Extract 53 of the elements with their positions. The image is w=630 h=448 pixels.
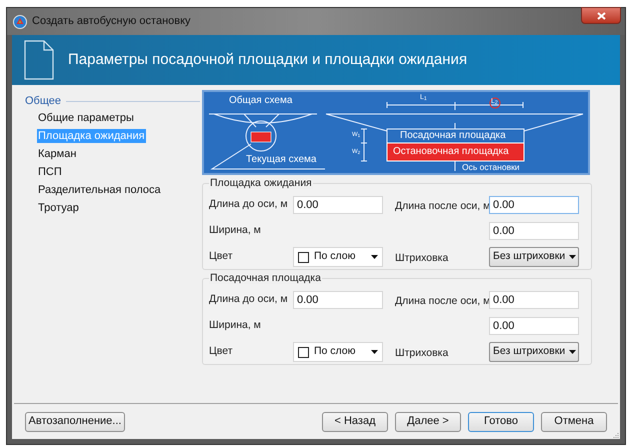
sidebar-item[interactable]: Разделительная полоса [37,183,162,197]
field-label: Ширина, м [209,318,262,334]
close-icon [596,12,606,20]
sidebar-group-title: Общее [25,94,62,109]
dropdown-value: По слою [314,344,357,360]
sidebar-item[interactable]: Карман [37,147,78,161]
diagram-label: Посадочная площадка [400,131,506,141]
input-field[interactable]: 0.00 [489,317,579,335]
window-title: Создать автобусную остановку [32,14,191,30]
field-label: Штриховка [395,347,448,359]
autofill-button[interactable]: Автозаполнение... [25,412,125,432]
footer-button[interactable]: Далее > [395,412,461,432]
color-dropdown[interactable]: По слою [293,342,383,362]
dropdown-arrow-icon [569,255,576,259]
input-field[interactable]: 0.00 [293,196,383,214]
color-swatch-icon [298,346,309,358]
color-dropdown[interactable]: По слою [293,247,383,267]
footer-button[interactable]: < Назад [322,412,388,432]
close-button[interactable] [581,7,621,24]
diagram-label: Остановочная площадка [393,147,509,157]
field-label: Цвет [209,344,234,360]
header-title: Параметры посадочной площадки и площадки ожидания [68,50,468,70]
group-title: Посадочная площадка [209,272,322,284]
sidebar-item[interactable]: Общие параметры [37,111,135,125]
field-label: Ширина, м [209,223,262,238]
diagram-label: Ось остановки [462,163,520,172]
field-label: Штриховка [395,252,448,264]
dropdown-arrow-icon [371,255,378,259]
hatch-dropdown[interactable]: Без штриховки [489,247,579,267]
dropdown-value: По слою [314,249,357,264]
field-label: Длина до оси, м [209,292,289,308]
dropdown-arrow-icon [371,350,378,354]
diagram-label: Общая схема [229,96,292,106]
sidebar-item[interactable]: Тротуар [37,201,80,215]
field-label: Цвет [209,249,234,264]
dropdown-value: Без штриховки [493,344,566,360]
group-title: Площадка ожидания [209,177,313,189]
input-field[interactable]: 0.00 [489,196,579,214]
input-field[interactable]: 0.00 [489,291,579,309]
footer-button[interactable]: Готово [468,412,534,432]
input-field[interactable]: 0.00 [489,222,579,240]
field-label: Длина до оси, м [209,197,289,212]
document-icon [24,40,54,80]
app-icon [13,14,27,28]
hatch-dropdown[interactable]: Без штриховки [489,342,579,362]
sidebar-item[interactable]: ПСП [37,165,63,179]
diagram-label: Текущая схема [246,155,316,165]
dropdown-arrow-icon [569,350,576,354]
resize-grip-icon [613,432,619,438]
dropdown-value: Без штриховки [493,249,566,264]
footer-button[interactable]: Отмена [541,412,607,432]
input-field[interactable]: 0.00 [293,291,383,309]
color-swatch-icon [298,252,309,262]
